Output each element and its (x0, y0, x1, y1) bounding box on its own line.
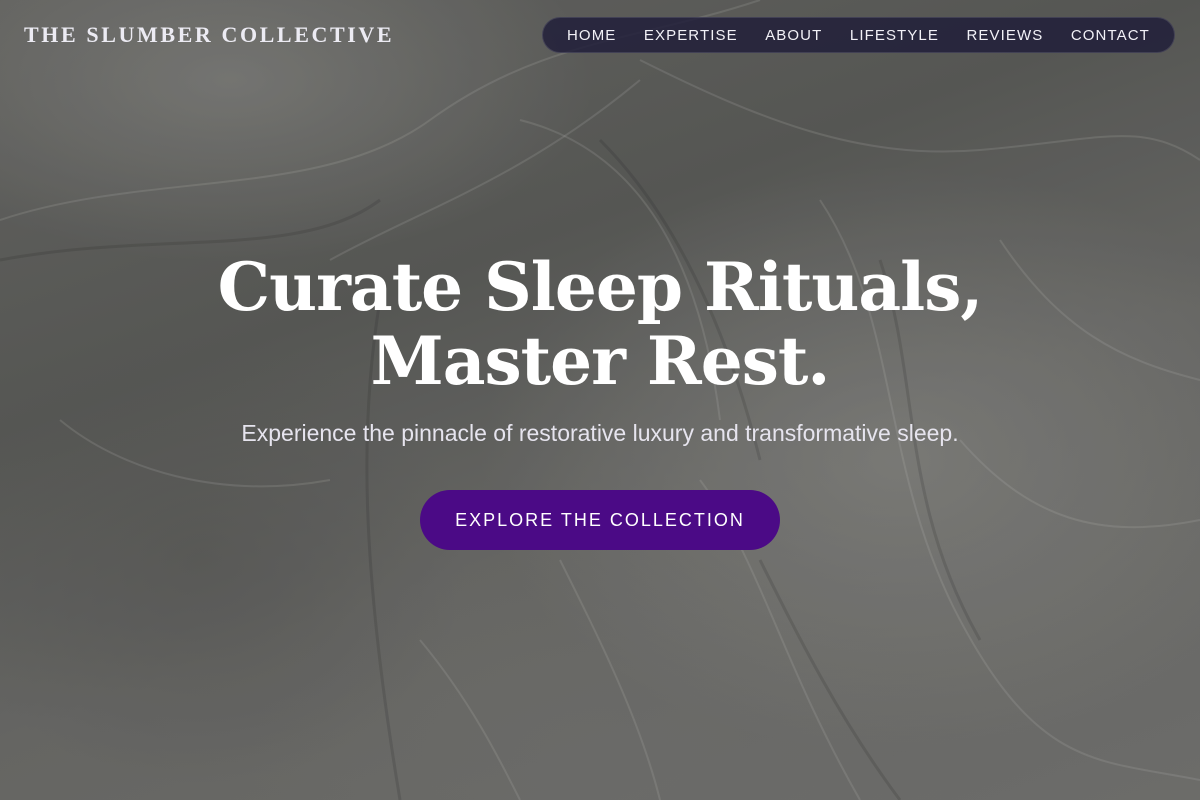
hero-headline-line-2: Master Rest. (370, 322, 831, 400)
hero-headline-line-1: Curate Sleep Rituals, (217, 248, 984, 326)
hero-section: THE SLUMBER COLLECTIVE HOME EXPERTISE AB… (0, 0, 1200, 800)
hero-subheadline: Experience the pinnacle of restorative l… (241, 420, 959, 446)
nav-link-contact[interactable]: CONTACT (1071, 27, 1150, 44)
hero-headline: Curate Sleep Rituals, Master Rest. (0, 250, 1200, 398)
nav-link-lifestyle[interactable]: LIFESTYLE (850, 27, 939, 44)
nav-link-home[interactable]: HOME (567, 27, 616, 44)
explore-collection-button[interactable]: EXPLORE THE COLLECTION (420, 490, 780, 550)
main-nav: HOME EXPERTISE ABOUT LIFESTYLE REVIEWS C… (542, 17, 1175, 53)
nav-link-expertise[interactable]: EXPERTISE (644, 27, 738, 44)
background-overlay (0, 0, 1200, 800)
nav-link-about[interactable]: ABOUT (765, 27, 822, 44)
nav-link-reviews[interactable]: REVIEWS (966, 27, 1043, 44)
brand-logo[interactable]: THE SLUMBER COLLECTIVE (24, 22, 394, 48)
